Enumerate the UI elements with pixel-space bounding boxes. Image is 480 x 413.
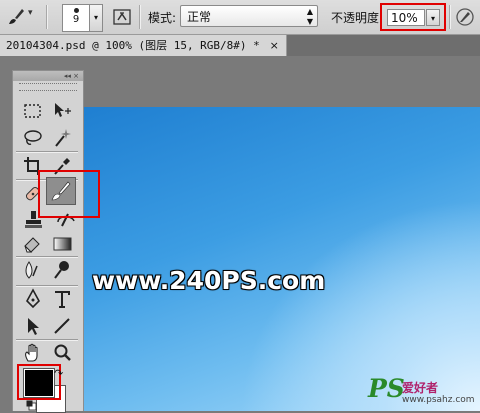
brush-tip-icon [73,8,79,13]
tool-path-selection[interactable] [21,314,45,338]
site-logo: PS 爱好者 www.psahz.com [368,374,476,408]
tool-marquee[interactable] [21,99,45,123]
brush-picker-dropdown[interactable]: ▾ [89,4,103,32]
brush-size-value: 9 [72,14,80,25]
options-bar: ▾ 9 ▾ 模式: 正常 ▲ ▼ 不透明度: 10% ▾ [0,0,480,35]
tool-dodge[interactable] [50,258,74,282]
brush-icon [9,9,24,24]
updown-arrows-icon: ▲ ▼ [306,7,313,26]
document-canvas[interactable] [84,107,480,411]
document-title: 20104304.psd @ 100% (图层 15, RGB/8#) * [6,39,260,52]
close-icon[interactable]: × [270,35,279,56]
blur-icon [25,261,38,279]
brush-size-preview[interactable]: 9 [62,4,90,32]
mode-label: 模式: [148,11,177,25]
mode-select[interactable]: 正常 ▲ ▼ [180,5,318,27]
brush-panel-toggle[interactable] [112,7,132,27]
site-logo-url: www.psahz.com [402,395,475,405]
tool-eraser[interactable] [21,232,45,256]
opacity-input[interactable]: 10% [387,9,425,26]
tool-line[interactable] [50,314,74,338]
marquee-icon [24,104,41,118]
default-colors-icon[interactable] [26,400,37,411]
tool-magic-wand[interactable] [50,126,74,150]
path-selection-icon [28,318,39,335]
tool-lasso[interactable] [21,126,45,150]
swap-colors-icon[interactable]: ↷ [54,367,63,380]
opacity-highlight-box: 10% ▾ [380,3,446,31]
tool-zoom[interactable] [50,341,74,365]
separator [46,5,48,29]
pen-icon [26,288,40,309]
tool-hand[interactable] [21,341,45,365]
tool-brush[interactable] [49,179,73,203]
magic-wand-icon [55,129,71,147]
tool-preset-dropdown-icon[interactable]: ▾ [28,8,33,18]
mode-value: 正常 [187,10,212,24]
dodge-icon [54,261,69,279]
airbrush-toggle[interactable] [455,7,475,27]
panel-grip-handle[interactable] [19,83,77,91]
tools-panel-header[interactable]: ◂◂ × [13,71,83,81]
brush-panel-icon [113,9,131,25]
watermark-text: www.240PS.com [92,266,326,295]
tool-move[interactable] [50,99,74,123]
hand-icon [25,343,38,362]
move-icon [55,103,71,117]
tool-gradient[interactable] [50,232,74,256]
site-logo-name: 爱好者 [402,381,439,395]
tool-preset-picker[interactable] [6,7,26,27]
opacity-label: 不透明度: [331,11,384,25]
document-tab-bar: 20104304.psd @ 100% (图层 15, RGB/8#) * × [0,35,480,56]
separator [449,5,451,29]
site-logo-mark: PS [368,374,405,403]
zoom-icon [54,344,71,361]
airbrush-pressure-icon [456,8,474,26]
separator [16,151,78,153]
tool-pen[interactable] [21,287,45,311]
tool-type[interactable] [50,287,74,311]
opacity-dropdown[interactable]: ▾ [426,9,440,26]
brush-icon [51,181,71,201]
separator [139,5,141,29]
tool-blur[interactable] [21,258,45,282]
gradient-icon [53,237,72,251]
lasso-icon [24,130,42,145]
line-icon [54,318,70,334]
type-icon [55,291,70,308]
document-tab[interactable]: 20104304.psd @ 100% (图层 15, RGB/8#) * × [0,35,287,56]
eraser-icon [24,237,40,253]
